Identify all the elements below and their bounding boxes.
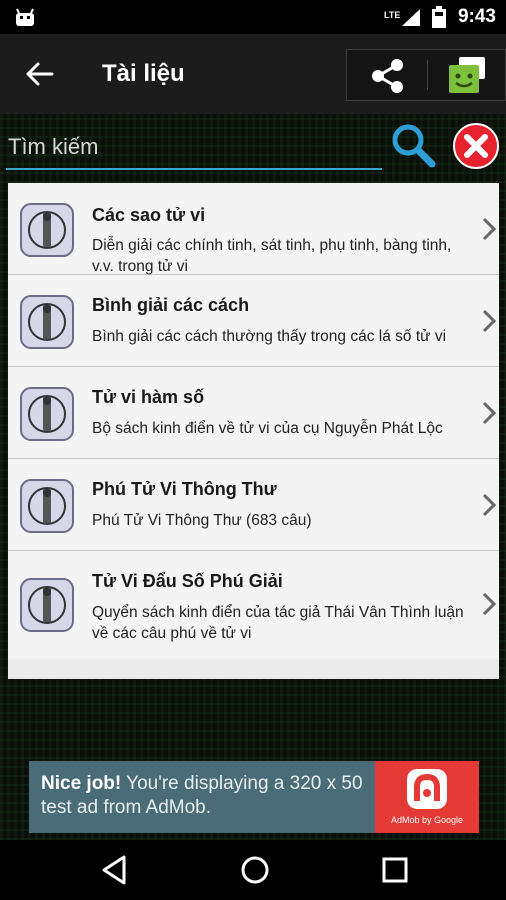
- list-item[interactable]: Các sao tử vi Diễn giải các chính tinh, …: [8, 183, 499, 275]
- admob-icon: [407, 769, 447, 809]
- chat-icon[interactable]: [445, 55, 489, 97]
- chevron-right-icon: [482, 592, 497, 616]
- action-group: [346, 49, 506, 101]
- action-divider: [427, 60, 428, 90]
- network-label: LTE: [384, 10, 400, 20]
- chevron-right-icon: [482, 401, 497, 425]
- nav-home-icon[interactable]: [238, 853, 272, 887]
- item-title: Tử vi hàm số: [92, 387, 205, 407]
- page-title: Tài liệu: [102, 60, 185, 87]
- nav-recents-icon[interactable]: [378, 853, 412, 887]
- tuvi-book-icon: [20, 295, 74, 349]
- clear-search-icon[interactable]: [452, 122, 500, 170]
- status-bar: LTE 9:43: [0, 0, 506, 34]
- ad-text: Nice job! You're displaying a 320 x 50 t…: [41, 772, 371, 820]
- share-icon[interactable]: [369, 57, 407, 95]
- item-description: Bộ sách kinh điển về tử vi của cụ Nguyễn…: [92, 420, 443, 437]
- item-description: Quyển sách kinh điển của tác giả Thái Vâ…: [92, 604, 464, 642]
- tuvi-book-icon: [20, 203, 74, 257]
- chevron-right-icon: [482, 493, 497, 517]
- item-description: Bình giải các cách thường thấy trong các…: [92, 328, 447, 345]
- tuvi-book-icon: [20, 479, 74, 533]
- ad-banner[interactable]: Nice job! You're displaying a 320 x 50 t…: [29, 761, 479, 833]
- navigation-bar: [0, 840, 506, 900]
- admob-logo: AdMob by Google: [375, 761, 479, 833]
- back-arrow-icon[interactable]: [22, 57, 56, 91]
- document-list: Các sao tử vi Diễn giải các chính tinh, …: [8, 183, 499, 679]
- nav-back-icon[interactable]: [98, 853, 132, 887]
- tuvi-book-icon: [20, 387, 74, 441]
- list-item[interactable]: Tử Vi Đẩu Số Phú Giải Quyển sách kinh đi…: [8, 551, 499, 659]
- item-title: Các sao tử vi: [92, 205, 206, 225]
- lte-signal-icon: LTE: [384, 9, 420, 26]
- search-row: [0, 116, 506, 176]
- list-item[interactable]: Tử vi hàm số Bộ sách kinh điển về tử vi …: [8, 367, 499, 459]
- chevron-right-icon: [482, 309, 497, 333]
- search-icon[interactable]: [390, 122, 436, 168]
- app-bar: Tài liệu: [0, 34, 506, 114]
- battery-icon: [431, 6, 446, 28]
- list-item[interactable]: Phú Tử Vi Thông Thư Phú Tử Vi Thông Thư …: [8, 459, 499, 551]
- item-description: Diễn giải các chính tinh, sát tinh, phụ …: [92, 237, 452, 275]
- item-title: Tử Vi Đẩu Số Phú Giải: [92, 571, 283, 591]
- list-item[interactable]: Bình giải các cách Bình giải các cách th…: [8, 275, 499, 367]
- android-icon: [16, 8, 34, 26]
- status-time: 9:43: [457, 6, 496, 27]
- ad-strong-text: Nice job!: [41, 773, 122, 794]
- item-description: Phú Tử Vi Thông Thư (683 câu): [92, 512, 312, 529]
- tuvi-book-icon: [20, 578, 74, 632]
- admob-caption: AdMob by Google: [390, 815, 464, 825]
- search-input[interactable]: [6, 126, 382, 170]
- item-title: Phú Tử Vi Thông Thư: [92, 479, 277, 499]
- item-title: Bình giải các cách: [92, 295, 250, 315]
- chevron-right-icon: [482, 217, 497, 241]
